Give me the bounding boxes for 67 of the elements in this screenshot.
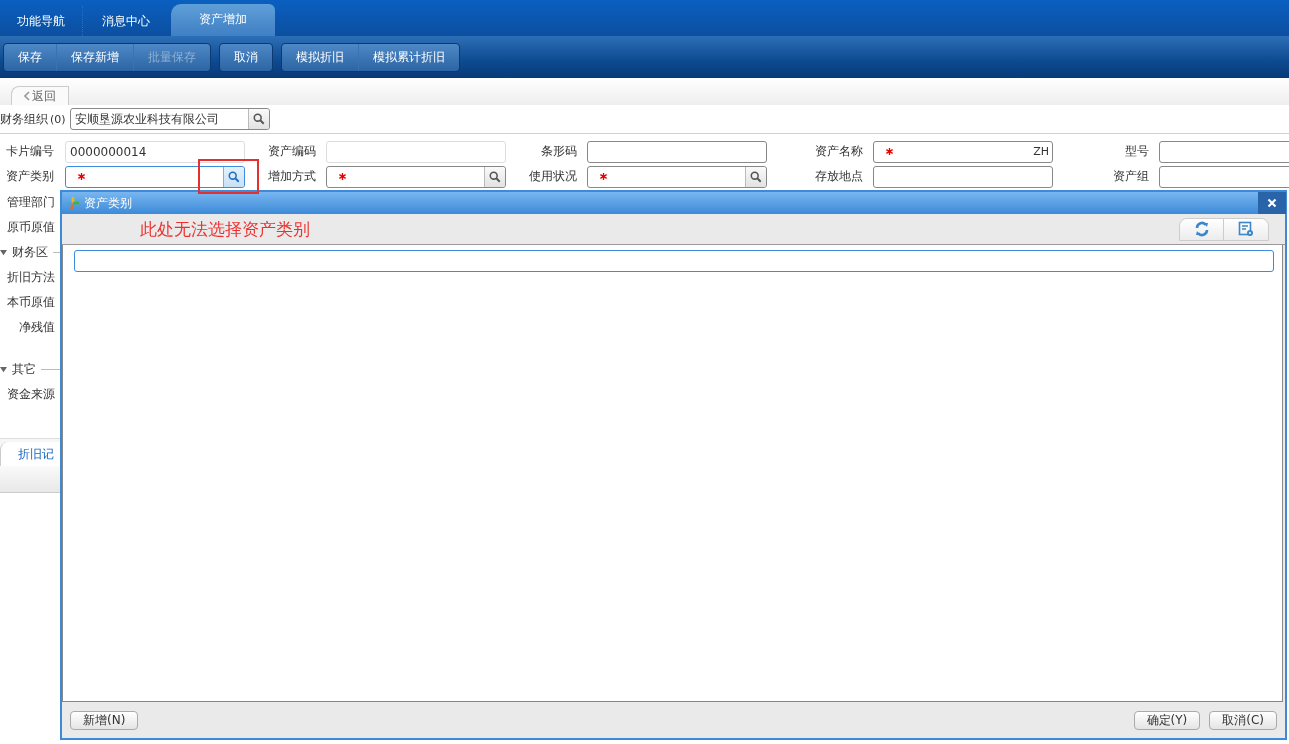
dialog-button[interactable]: 取消(C)	[1209, 710, 1277, 730]
search-button[interactable]	[484, 166, 505, 187]
toolbar-button[interactable]: 保存	[4, 43, 57, 71]
field-label: 使用状况	[528, 168, 578, 185]
input-field[interactable]	[65, 165, 245, 188]
chevron-left-icon	[24, 91, 30, 101]
field-label: 资产编码	[267, 143, 317, 160]
input-field[interactable]: 安顺垦源农业科技有限公司	[69, 108, 270, 130]
settings-button[interactable]	[1224, 218, 1268, 240]
field-label: 增加方式	[267, 168, 317, 185]
dialog-title: 资产类别	[84, 194, 132, 212]
field-label: 折旧方法	[6, 269, 55, 286]
field-label: 资产组	[1112, 168, 1150, 185]
dialog-button[interactable]: 新增(N)	[70, 710, 139, 730]
refresh-button[interactable]	[1180, 218, 1224, 240]
field-label: 净残值	[18, 319, 55, 336]
field-label: 资金来源	[6, 386, 55, 403]
field-label: 本币原值	[6, 294, 55, 311]
nav-tab[interactable]: 资产增加	[171, 4, 275, 36]
search-button[interactable]	[745, 166, 766, 187]
input-field[interactable]	[873, 165, 1053, 188]
section-title: 财务区	[12, 244, 48, 261]
collapse-icon[interactable]	[0, 366, 7, 373]
dialog-button[interactable]: 确定(Y)	[1133, 710, 1201, 730]
field-label: 条形码	[540, 143, 578, 160]
nav-tab[interactable]: 消息中心	[83, 6, 169, 36]
annotation-text: 此处无法选择资产类别	[140, 217, 310, 241]
required-icon	[599, 172, 608, 181]
toolbar-button[interactable]: 模拟折旧	[282, 43, 359, 71]
field-label: 存放地点	[814, 168, 864, 185]
close-button[interactable]	[1258, 192, 1286, 214]
input-field[interactable]: ZH	[873, 140, 1053, 163]
field-label: 原币原值	[6, 219, 55, 236]
search-button[interactable]	[247, 109, 269, 129]
search-icon	[750, 170, 762, 183]
input-field[interactable]	[1159, 140, 1289, 163]
close-icon	[1267, 198, 1277, 208]
required-icon	[885, 147, 894, 156]
field-label: 卡片编号	[5, 143, 55, 160]
field-label: 管理部门	[6, 194, 55, 211]
required-icon	[338, 172, 347, 181]
toolbar-button[interactable]: 保存新增	[57, 43, 134, 71]
toolbar-button[interactable]: 模拟累计折旧	[359, 43, 459, 71]
pinwheel-icon	[66, 196, 79, 210]
field-label: 财务组织	[0, 110, 48, 128]
input-field[interactable]: 0000000014	[65, 140, 245, 163]
input-field[interactable]	[1159, 165, 1289, 188]
section-title: 其它	[12, 361, 36, 378]
input-field[interactable]	[587, 165, 767, 188]
required-icon	[77, 172, 86, 181]
back-button[interactable]: 返回	[11, 86, 69, 105]
tab[interactable]: 折旧记	[0, 442, 62, 466]
collapse-icon[interactable]	[0, 249, 7, 256]
search-icon	[252, 113, 265, 125]
search-icon	[489, 170, 501, 183]
toolbar-button[interactable]: 取消	[220, 43, 272, 71]
field-label: 资产名称	[814, 143, 864, 160]
document-gear-icon	[1238, 221, 1254, 237]
filter-field[interactable]	[74, 250, 1274, 272]
input-field[interactable]	[326, 165, 506, 188]
count-label: (0)	[50, 112, 66, 126]
field-label: 型号	[1124, 143, 1150, 160]
search-icon	[228, 170, 240, 183]
field-label: 资产类别	[5, 168, 55, 185]
refresh-icon	[1193, 221, 1210, 237]
input-field[interactable]	[587, 140, 767, 163]
search-button[interactable]	[223, 166, 244, 187]
